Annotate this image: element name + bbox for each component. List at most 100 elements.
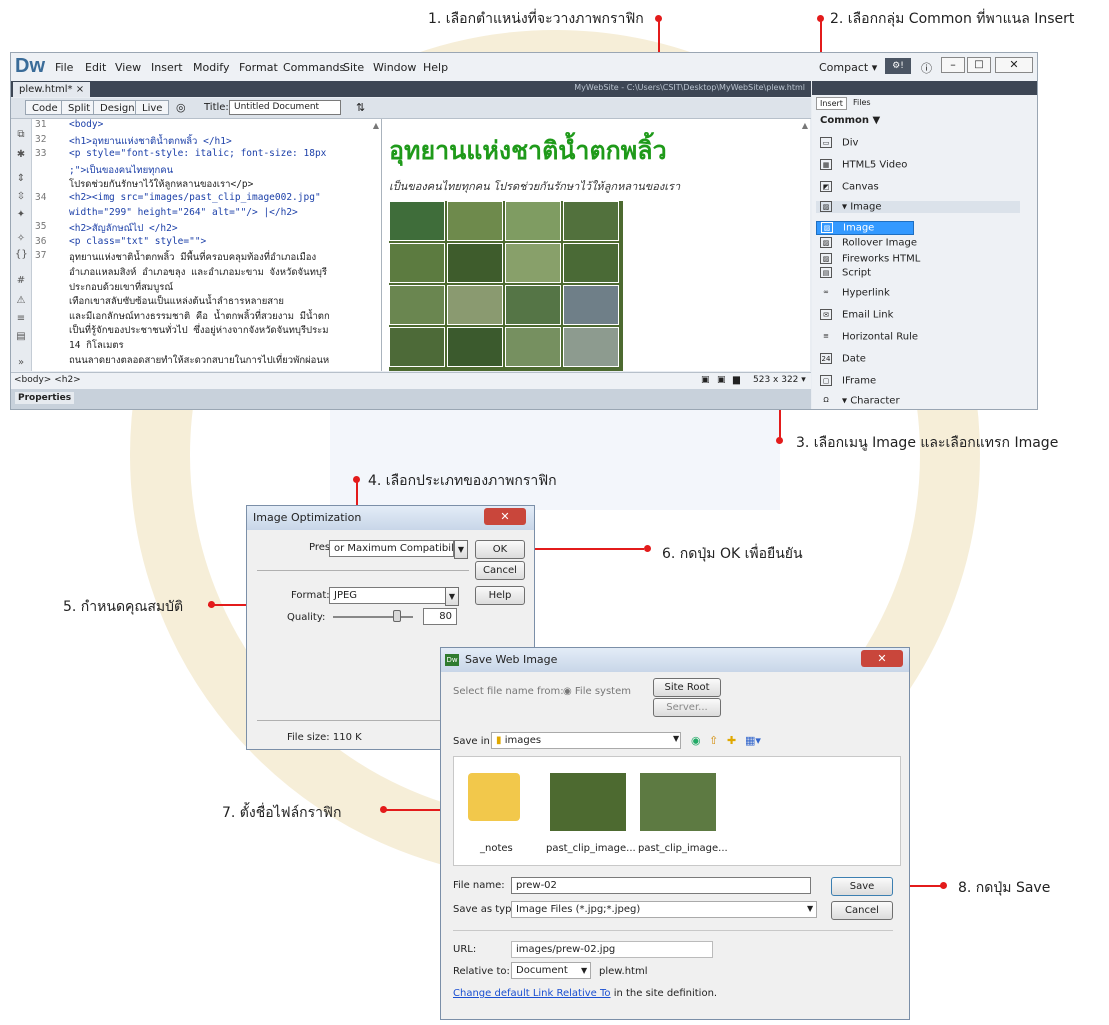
new-folder-icon[interactable]: ✚ <box>727 734 736 747</box>
split-view-button[interactable]: Split <box>61 100 98 115</box>
file-list[interactable]: _notes past_clip_image... past_clip_imag… <box>453 756 901 866</box>
back-icon[interactable]: ◉ <box>691 734 701 747</box>
up-folder-icon[interactable]: ⇧ <box>709 734 718 747</box>
tag-selector[interactable]: <body> <h2> <box>14 375 81 385</box>
menu-modify[interactable]: Modify <box>193 61 229 74</box>
quality-input[interactable]: 80 <box>423 608 457 625</box>
menu-format[interactable]: Format <box>239 61 278 74</box>
tab-close-icon[interactable]: × <box>76 84 84 95</box>
cancel-button[interactable]: Cancel <box>831 901 893 920</box>
menu-file[interactable]: File <box>55 61 73 74</box>
maximize-icon[interactable]: □ <box>967 57 991 73</box>
insert-tab[interactable]: Insert <box>816 97 847 110</box>
window-size-readout[interactable]: 523 x 322 ▾ <box>753 375 806 385</box>
close-icon[interactable]: ✕ <box>861 650 903 667</box>
line-numbers-icon[interactable]: # <box>15 275 27 287</box>
expand-all-icon[interactable]: ✦ <box>15 209 27 221</box>
submenu-fireworks-html[interactable]: ▨ Fireworks HTML <box>820 253 920 265</box>
select-parent-tag-icon[interactable]: ✧ <box>15 233 27 245</box>
collapse-tag-icon[interactable]: ⇕ <box>15 173 27 185</box>
insert-item-hyperlink[interactable]: ∞ Hyperlink <box>820 287 890 299</box>
menu-window[interactable]: Window <box>373 61 416 74</box>
document-tab[interactable]: plew.html* × <box>13 82 91 97</box>
cancel-button[interactable]: Cancel <box>475 561 525 580</box>
insert-item-email-link[interactable]: ✉ Email Link <box>820 309 893 321</box>
menu-help[interactable]: Help <box>423 61 448 74</box>
insert-item-script[interactable]: ▤ Script <box>820 267 871 279</box>
code-scroll-up-icon[interactable]: ▲ <box>373 121 379 130</box>
menu-view[interactable]: View <box>115 61 141 74</box>
workspace-switcher[interactable]: Compact ▾ <box>819 61 877 74</box>
file-management-icon[interactable]: ⇅ <box>356 101 365 114</box>
properties-panel-bar[interactable]: Properties <box>11 389 811 409</box>
syntax-coloring-icon[interactable]: ≡ <box>15 313 27 325</box>
submenu-rollover-image[interactable]: ▨ Rollover Image <box>820 237 917 249</box>
save-button[interactable]: Save <box>831 877 893 896</box>
menu-edit[interactable]: Edit <box>85 61 106 74</box>
preset-select[interactable]: or Maximum Compatibility <box>329 540 454 557</box>
submenu-image[interactable]: ▨ Image <box>816 221 914 235</box>
live-view-button[interactable]: Live <box>135 100 170 115</box>
code-view-button[interactable]: Code <box>25 100 65 115</box>
quality-slider-thumb[interactable] <box>393 610 401 622</box>
site-root-button[interactable]: Site Root <box>653 678 721 697</box>
info-icon[interactable]: ⓘ <box>921 60 932 76</box>
server-button[interactable]: Server... <box>653 698 721 717</box>
menu-commands[interactable]: Commands <box>283 61 345 74</box>
waterfall-photo-collage[interactable] <box>389 201 623 371</box>
url-input[interactable]: images/prew-02.jpg <box>511 941 713 958</box>
show-code-navigator-icon[interactable]: ✱ <box>15 149 27 161</box>
browser-preview-icon[interactable]: ◎ <box>176 101 186 114</box>
menu-site[interactable]: Site <box>343 61 364 74</box>
save-in-dropdown-arrow-icon[interactable]: ▼ <box>673 734 679 743</box>
balance-braces-icon[interactable]: {} <box>15 249 28 261</box>
preset-dropdown-arrow-icon[interactable]: ▼ <box>454 540 468 559</box>
image-thumbnail-1[interactable] <box>550 773 626 831</box>
window-size-icon[interactable]: ▆ <box>733 375 740 385</box>
insert-item-horizontal-rule[interactable]: ≡ Horizontal Rule <box>820 331 918 343</box>
file-name-input[interactable]: prew-02 <box>511 877 811 894</box>
common-category-dropdown[interactable]: Common ▼ <box>820 115 880 126</box>
auto-indent-icon[interactable]: ▤ <box>15 331 27 343</box>
files-tab[interactable]: Files <box>850 97 874 108</box>
more-tools-icon[interactable]: » <box>15 357 27 369</box>
ok-button[interactable]: OK <box>475 540 525 559</box>
relative-to-select[interactable]: Document <box>511 962 591 979</box>
insert-item-date[interactable]: 24 Date <box>820 353 866 365</box>
properties-tab[interactable]: Properties <box>15 392 75 404</box>
save-in-select[interactable]: ▮ images <box>491 732 681 749</box>
open-documents-icon[interactable]: ⧉ <box>15 129 27 141</box>
code-view-pane[interactable]: ⧉ ✱ ⇕ ⇳ ✦ ✧ {} # ⚠ ≡ ▤ » 31 <body> 32 <h1>อ… <box>11 119 382 371</box>
insert-item-iframe[interactable]: ▢ IFrame <box>820 375 876 387</box>
image-icon: ▨ <box>820 201 832 212</box>
insert-item-div[interactable]: ▭ Div <box>820 137 858 149</box>
file-system-radio[interactable]: ◉ File system <box>563 686 631 697</box>
insert-item-canvas[interactable]: ◩ Canvas <box>820 181 879 193</box>
close-icon[interactable]: ✕ <box>995 57 1033 73</box>
folder-item-notes[interactable] <box>464 769 524 829</box>
highlight-invalid-icon[interactable]: ⚠ <box>15 295 27 307</box>
insert-item-html5-video[interactable]: ▦ HTML5 Video <box>820 159 907 171</box>
title-input[interactable]: Untitled Document <box>229 100 341 115</box>
save-as-type-dropdown-arrow-icon[interactable]: ▼ <box>807 904 813 913</box>
relative-to-dropdown-arrow-icon[interactable]: ▼ <box>581 966 587 975</box>
design-view-pane[interactable]: อุทยานแห่งชาติน้ำตกพลิ้ว เป็นของคนไทยทุก… <box>382 119 810 371</box>
select-tool-icon[interactable]: ▣ <box>701 375 710 385</box>
format-select[interactable]: JPEG <box>329 587 455 604</box>
collapse-selection-icon[interactable]: ⇳ <box>15 191 27 203</box>
insert-item-image-dropdown[interactable]: ▨ ▾ Image <box>816 201 1020 213</box>
hand-tool-icon[interactable]: ▣ <box>717 375 726 385</box>
save-as-type-select[interactable]: Image Files (*.jpg;*.jpeg) <box>511 901 817 918</box>
format-dropdown-arrow-icon[interactable]: ▼ <box>445 587 459 606</box>
minimize-icon[interactable]: – <box>941 57 965 73</box>
close-icon[interactable]: ✕ <box>484 508 526 525</box>
view-menu-icon[interactable]: ▦▾ <box>745 734 761 747</box>
change-default-link[interactable]: Change default Link Relative To <box>453 988 611 999</box>
help-button[interactable]: Help <box>475 586 525 605</box>
design-scroll-up-icon[interactable]: ▲ <box>802 121 808 130</box>
insert-item-character[interactable]: Ω ▾ Character <box>820 395 899 407</box>
extensions-icon[interactable]: ⚙! <box>885 58 911 74</box>
image-thumbnail-2[interactable] <box>640 773 716 831</box>
quality-slider-track[interactable] <box>333 616 413 618</box>
menu-insert[interactable]: Insert <box>151 61 183 74</box>
